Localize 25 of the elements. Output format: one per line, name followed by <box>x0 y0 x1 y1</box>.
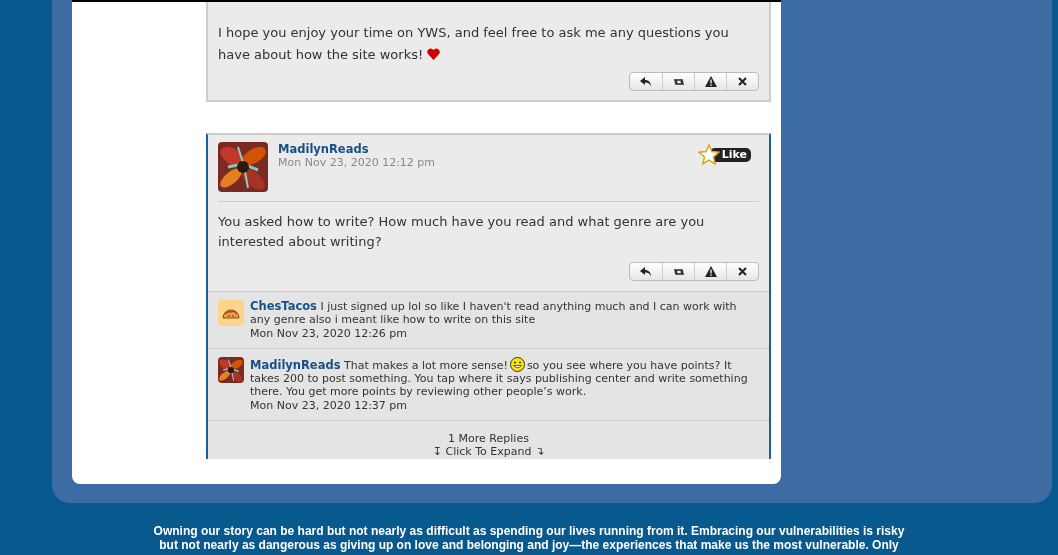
post-body: You asked how to write? How much have you read and what genre are you interested about writing? <box>218 213 706 251</box>
retweet-icon <box>672 266 685 277</box>
more-replies-count: 1 More Replies <box>448 432 529 445</box>
author-link[interactable]: MadilynReads <box>250 358 341 372</box>
quote-text: but not nearly as dangerous as giving up on love and belonging and joy—the experiences that make us the most vulnerable. Only <box>159 538 899 552</box>
comment-text: MadilynReads That makes a lot more sense! so you see where you have points? It takes 200 to post something. You tap where it says publishing center and write something there. You get more points by reviewing other people’s work. <box>250 357 749 398</box>
retweet-icon <box>672 76 685 87</box>
comment-date: Mon Nov 23, 2020 12:37 pm <box>250 399 409 412</box>
reply-icon <box>640 266 652 277</box>
taco-icon <box>218 300 244 326</box>
author-link[interactable]: MadilynReads <box>278 142 688 156</box>
star-icon <box>697 144 720 166</box>
warning-icon <box>704 266 717 277</box>
close-icon <box>738 267 747 276</box>
post-date: Mon Nov 23, 2020 12:12 pm <box>278 156 437 170</box>
comment-text: ChesTacos I just signed up lol so like I haven't read anything much and I can work with any genre also i meant like how to write on this site <box>250 300 738 326</box>
comment-date: Mon Nov 23, 2020 12:26 pm <box>250 327 409 340</box>
author-link[interactable]: ChesTacos <box>250 299 317 313</box>
reply-icon <box>640 76 652 87</box>
expand-link[interactable]: ↧ Click To Expand ↴ <box>432 445 545 458</box>
like-button[interactable]: Like <box>697 144 751 166</box>
post-body: I hope you enjoy your time on YWS, and feel free to ask me any questions you have about how the site works! <box>218 24 730 64</box>
warning-icon <box>704 76 717 87</box>
quote-text: Owning our story can be hard but not nearly as difficult as spending our lives running from it. Embracing our vulnerabilities is risky <box>153 524 905 538</box>
close-icon <box>738 77 747 86</box>
